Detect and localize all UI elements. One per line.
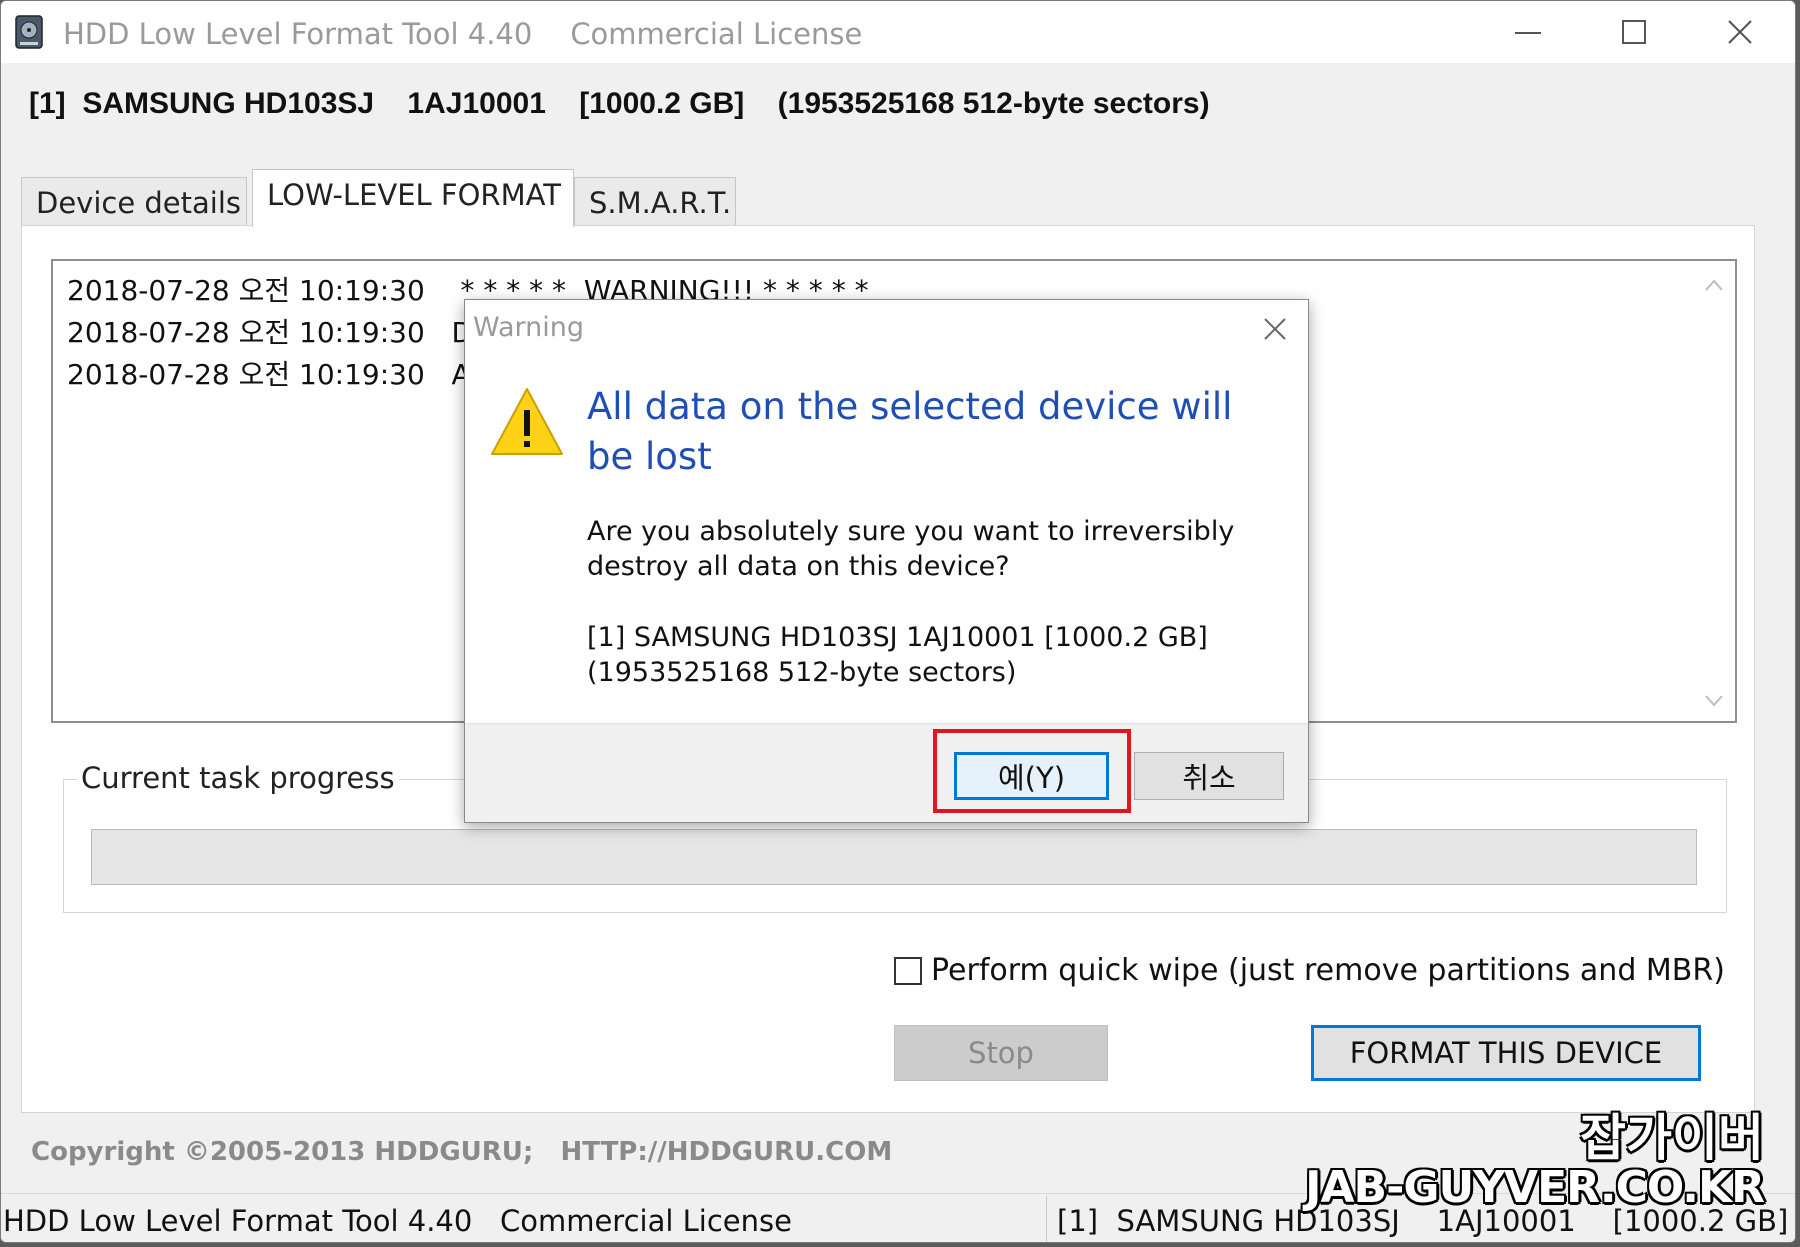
log-timestamp: 2018-07-28 오전 10:19:30 — [67, 316, 425, 349]
tab-device-details[interactable]: Device details — [21, 177, 247, 225]
title-bar: HDD Low Level Format Tool 4.40 Commercial… — [1, 1, 1795, 63]
tab-smart[interactable]: S.M.A.R.T. — [574, 177, 736, 225]
maximize-icon — [1622, 20, 1646, 44]
warning-dialog: Warning All data on the selected device … — [464, 299, 1309, 823]
log-entry: 2018-07-28 오전 10:19:30 DU — [67, 311, 494, 351]
log-entry: 2018-07-28 오전 10:19:30 AL — [67, 353, 486, 393]
dialog-question: Are you absolutely sure you want to irre… — [587, 516, 1235, 582]
yes-button[interactable]: 예(Y) — [954, 752, 1109, 800]
app-window: HDD Low Level Format Tool 4.40 Commercial… — [0, 0, 1796, 1243]
minimize-icon — [1515, 32, 1541, 34]
copyright-text: Copyright ©2005-2013 HDDGURU; HTTP://HDD… — [31, 1137, 893, 1167]
tab-low-level-format[interactable]: LOW-LEVEL FORMAT — [252, 169, 574, 227]
dialog-device-line-2: (1953525168 512-byte sectors) — [587, 657, 1017, 688]
hard-drive-icon — [15, 15, 45, 49]
maximize-button[interactable] — [1581, 1, 1687, 63]
close-icon — [1728, 20, 1752, 44]
close-button[interactable] — [1687, 1, 1793, 63]
device-header: [1] SAMSUNG HD103SJ 1AJ10001 [1000.2 GB]… — [29, 87, 1210, 120]
progress-label: Current task progress — [77, 761, 399, 795]
minimize-button[interactable] — [1475, 1, 1581, 63]
dialog-title: Warning — [473, 312, 585, 343]
scroll-up-icon[interactable] — [1703, 277, 1725, 293]
dialog-close-icon[interactable] — [1260, 314, 1290, 344]
window-title: HDD Low Level Format Tool 4.40 Commercial… — [63, 17, 862, 51]
watermark-korean: 잡가이버 — [1580, 1109, 1764, 1167]
scroll-down-icon[interactable] — [1703, 693, 1725, 709]
dialog-heading: All data on the selected device will be … — [587, 385, 1233, 478]
quick-wipe-label[interactable]: Perform quick wipe (just remove partitio… — [931, 953, 1725, 988]
stop-button[interactable]: Stop — [894, 1025, 1108, 1081]
watermark-url: JAB-GUYVER.CO.KR — [1305, 1162, 1765, 1213]
quick-wipe-checkbox[interactable] — [894, 957, 922, 985]
progress-bar — [91, 829, 1697, 885]
status-app-info: HDD Low Level Format Tool 4.40 Commercia… — [3, 1204, 792, 1238]
warning-icon — [491, 388, 563, 455]
app-title: HDD Low Level Format Tool 4.40 — [63, 17, 533, 51]
log-timestamp: 2018-07-28 오전 10:19:30 — [67, 358, 425, 391]
status-divider — [1046, 1196, 1047, 1242]
log-timestamp: 2018-07-28 오전 10:19:30 — [67, 274, 425, 307]
cancel-button[interactable]: 취소 — [1134, 752, 1284, 800]
license-label: Commercial License — [570, 17, 863, 51]
dialog-device-line-1: [1] SAMSUNG HD103SJ 1AJ10001 [1000.2 GB] — [587, 622, 1208, 653]
format-device-button[interactable]: FORMAT THIS DEVICE — [1311, 1025, 1701, 1081]
